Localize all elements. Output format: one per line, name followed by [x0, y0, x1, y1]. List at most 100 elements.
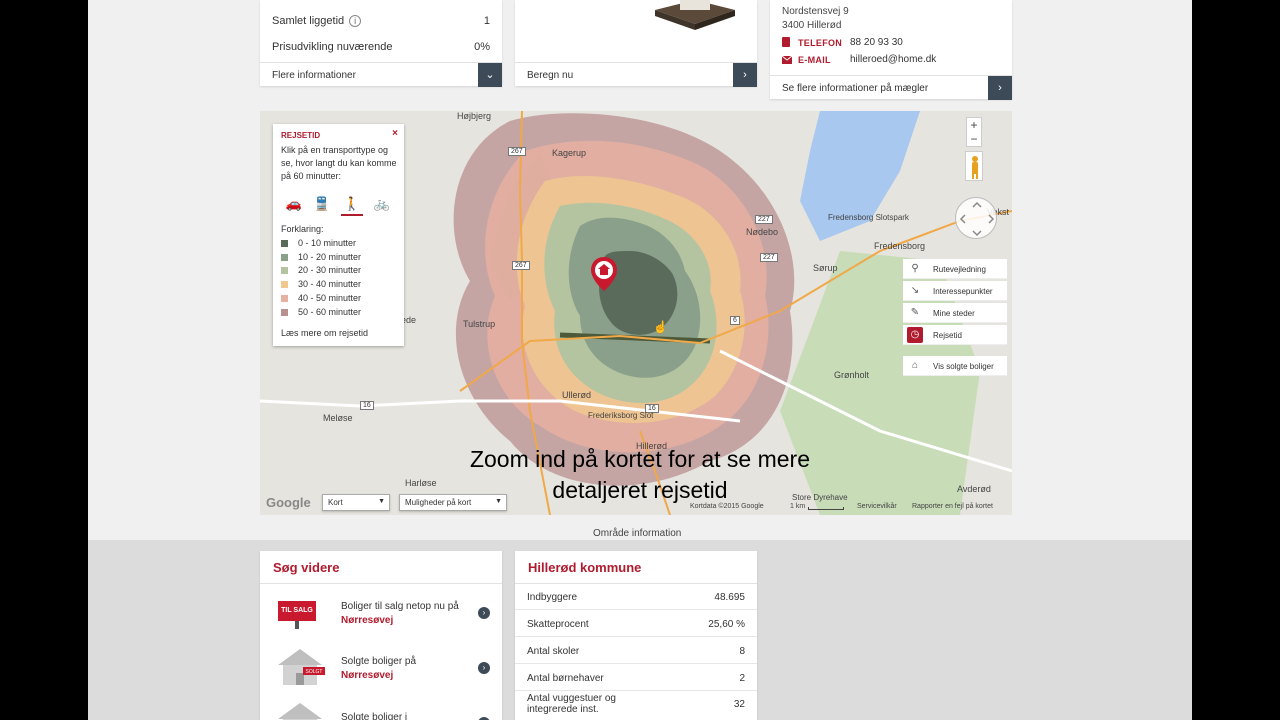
place-label: Fredensborg Slotspark: [828, 213, 909, 222]
road-shield: 16: [360, 401, 374, 410]
row-label: Antal vuggestuer og integrerede inst.: [527, 693, 616, 715]
bike-icon[interactable]: 🚲: [371, 194, 393, 216]
agent-more-bar[interactable]: Se flere informationer på mægler ›: [770, 75, 1012, 100]
place-label: Frederiksborg Slot: [588, 411, 654, 420]
legend-description: Klik på en transporttype og se, hvor lan…: [281, 145, 397, 181]
travel-time-map[interactable]: 267 267 227 227 16 16 6 Højbjerg Kagerup…: [260, 111, 1012, 515]
map-options-value: Muligheder på kort: [405, 498, 472, 507]
search-item-street: Nørresøvej: [341, 615, 394, 626]
for-sale-sign-icon: TIL SALG: [278, 601, 316, 621]
place-label: Meløse: [323, 413, 353, 423]
service-terms-link[interactable]: Servicevilkår: [857, 503, 897, 510]
home-marker-icon[interactable]: [590, 256, 618, 292]
chevron-down-icon: ▼: [378, 498, 385, 505]
legend-explanation-label: Forklaring:: [281, 224, 324, 234]
sold-badge-text: SOLGT: [306, 669, 323, 675]
place-label: Harløse: [405, 478, 437, 488]
tool-label: Rutevejledning: [933, 265, 986, 274]
cursor-hand-icon: ☝: [653, 320, 668, 334]
row-value: 48.695: [714, 592, 745, 603]
poi-icon: ↘: [910, 285, 920, 296]
tool-rejsetid[interactable]: ◷ Rejsetid: [903, 325, 1007, 345]
sold-house-icon: SOLGT: [278, 649, 325, 685]
stat-value: 1: [483, 15, 490, 27]
municipality-row: Antal børnehaver 2: [515, 665, 757, 691]
place-label: Højbjerg: [457, 111, 492, 121]
legend-item: 0 - 10 minutter: [281, 238, 356, 248]
row-label: Antal børnehaver: [527, 673, 604, 684]
close-icon[interactable]: ×: [392, 128, 398, 139]
walk-icon[interactable]: 🚶: [341, 194, 363, 216]
agent-more-button[interactable]: ›: [988, 76, 1012, 100]
row-label: Skatteprocent: [527, 619, 589, 630]
ruler-icon: ✎: [910, 307, 920, 318]
map-scale: 1 km: [790, 503, 806, 510]
pegman-icon[interactable]: [965, 151, 983, 181]
expand-button[interactable]: ⌄: [478, 63, 502, 87]
zoom-control: + −: [966, 117, 982, 147]
road-shield: 227: [755, 215, 773, 224]
search-item-sold-area[interactable]: Solgte boliger i ›: [260, 701, 502, 720]
legend-item-label: 50 - 60 minutter: [298, 307, 362, 317]
train-icon[interactable]: 🚆: [311, 194, 333, 216]
legend-item: 50 - 60 minutter: [281, 307, 361, 317]
card-divider: [260, 583, 502, 584]
tool-mine-steder[interactable]: ✎ Mine steder: [903, 303, 1007, 323]
place-label: Nødebo: [746, 227, 779, 237]
place-label: Sørup: [813, 263, 838, 273]
tool-vis-solgte-boliger[interactable]: ⌂ Vis solgte boliger: [903, 356, 1007, 376]
clock-icon: ◷: [907, 327, 923, 343]
chevron-right-icon[interactable]: ›: [478, 662, 490, 674]
stat-label: Samlet liggetid: [272, 15, 345, 27]
row-value: 25,60 %: [708, 619, 745, 630]
tool-label: Rejsetid: [933, 331, 962, 340]
for-sale-badge-text: TIL SALG: [281, 607, 313, 614]
stat-label: Prisudvikling nuværende: [272, 41, 393, 53]
agent-card: Nordstensvej 9 3400 Hillerød TELEFON 88 …: [770, 0, 1012, 100]
road-shield: 267: [508, 147, 526, 156]
tool-interessepunkter[interactable]: ↘ Interessepunkter: [903, 281, 1007, 301]
agent-city: 3400 Hillerød: [782, 20, 842, 31]
search-item-for-sale[interactable]: TIL SALG Boliger til salg netop nu på Nø…: [260, 593, 502, 635]
map-type-select[interactable]: Kort ▼: [322, 494, 390, 511]
info-icon[interactable]: i: [349, 15, 362, 28]
zoom-hint-message: Zoom ind på kortet for at se mere detalj…: [469, 446, 811, 503]
map-options-select[interactable]: Muligheder på kort ▼: [399, 494, 507, 511]
calc-button[interactable]: ›: [733, 63, 757, 87]
municipality-row: Antal skoler 8: [515, 638, 757, 664]
legend-item: 40 - 50 minutter: [281, 293, 361, 303]
more-info-label: Flere informationer: [272, 70, 356, 81]
search-item-sold-street[interactable]: SOLGT Solgte boliger på Nørresøvej ›: [260, 647, 502, 689]
email-address[interactable]: hilleroed@home.dk: [850, 54, 936, 65]
municipality-row: Indbyggere 48.695: [515, 584, 757, 610]
place-label: Fredensborg: [874, 241, 926, 251]
car-icon[interactable]: 🚗: [283, 194, 305, 216]
more-info-bar[interactable]: Flere informationer ⌄: [260, 62, 502, 87]
travel-time-legend: REJSETID × Klik på en transporttype og s…: [273, 124, 404, 346]
card-title: Søg videre: [273, 560, 340, 575]
stat-value: 0%: [474, 41, 490, 53]
place-label: Grønholt: [834, 370, 870, 380]
map-type-value: Kort: [328, 498, 343, 507]
search-item-text: Solgte boliger på Nørresøvej: [341, 655, 416, 683]
chevron-down-icon: ▼: [495, 498, 502, 505]
place-label: Kagerup: [552, 148, 587, 158]
place-label: Ullerød: [562, 390, 592, 400]
legend-item-label: 30 - 40 minutter: [298, 279, 362, 289]
house-icon: ⌂: [911, 360, 919, 371]
municipality-row: Skatteprocent 25,60 %: [515, 611, 757, 637]
email-label: E-MAIL: [798, 55, 831, 65]
municipality-row: Antal vuggestuer og integrerede inst. 32: [515, 691, 757, 720]
phone-icon: [782, 37, 790, 47]
zoom-in-button[interactable]: +: [967, 118, 981, 132]
map-attribution: Kortdata ©2015 Google: [690, 503, 764, 510]
calc-bar[interactable]: Beregn nu ›: [515, 62, 757, 87]
chevron-right-icon[interactable]: ›: [478, 607, 490, 619]
legend-read-more-link[interactable]: Læs mere om rejsetid: [281, 328, 368, 338]
zoom-out-button[interactable]: −: [967, 132, 981, 146]
pan-control[interactable]: [955, 197, 997, 239]
tool-rutevejledning[interactable]: ⚲ Rutevejledning: [903, 259, 1007, 279]
calc-label: Beregn nu: [527, 70, 574, 81]
report-error-link[interactable]: Rapporter en fejl på kortet: [912, 503, 993, 510]
tool-label: Interessepunkter: [933, 287, 993, 296]
